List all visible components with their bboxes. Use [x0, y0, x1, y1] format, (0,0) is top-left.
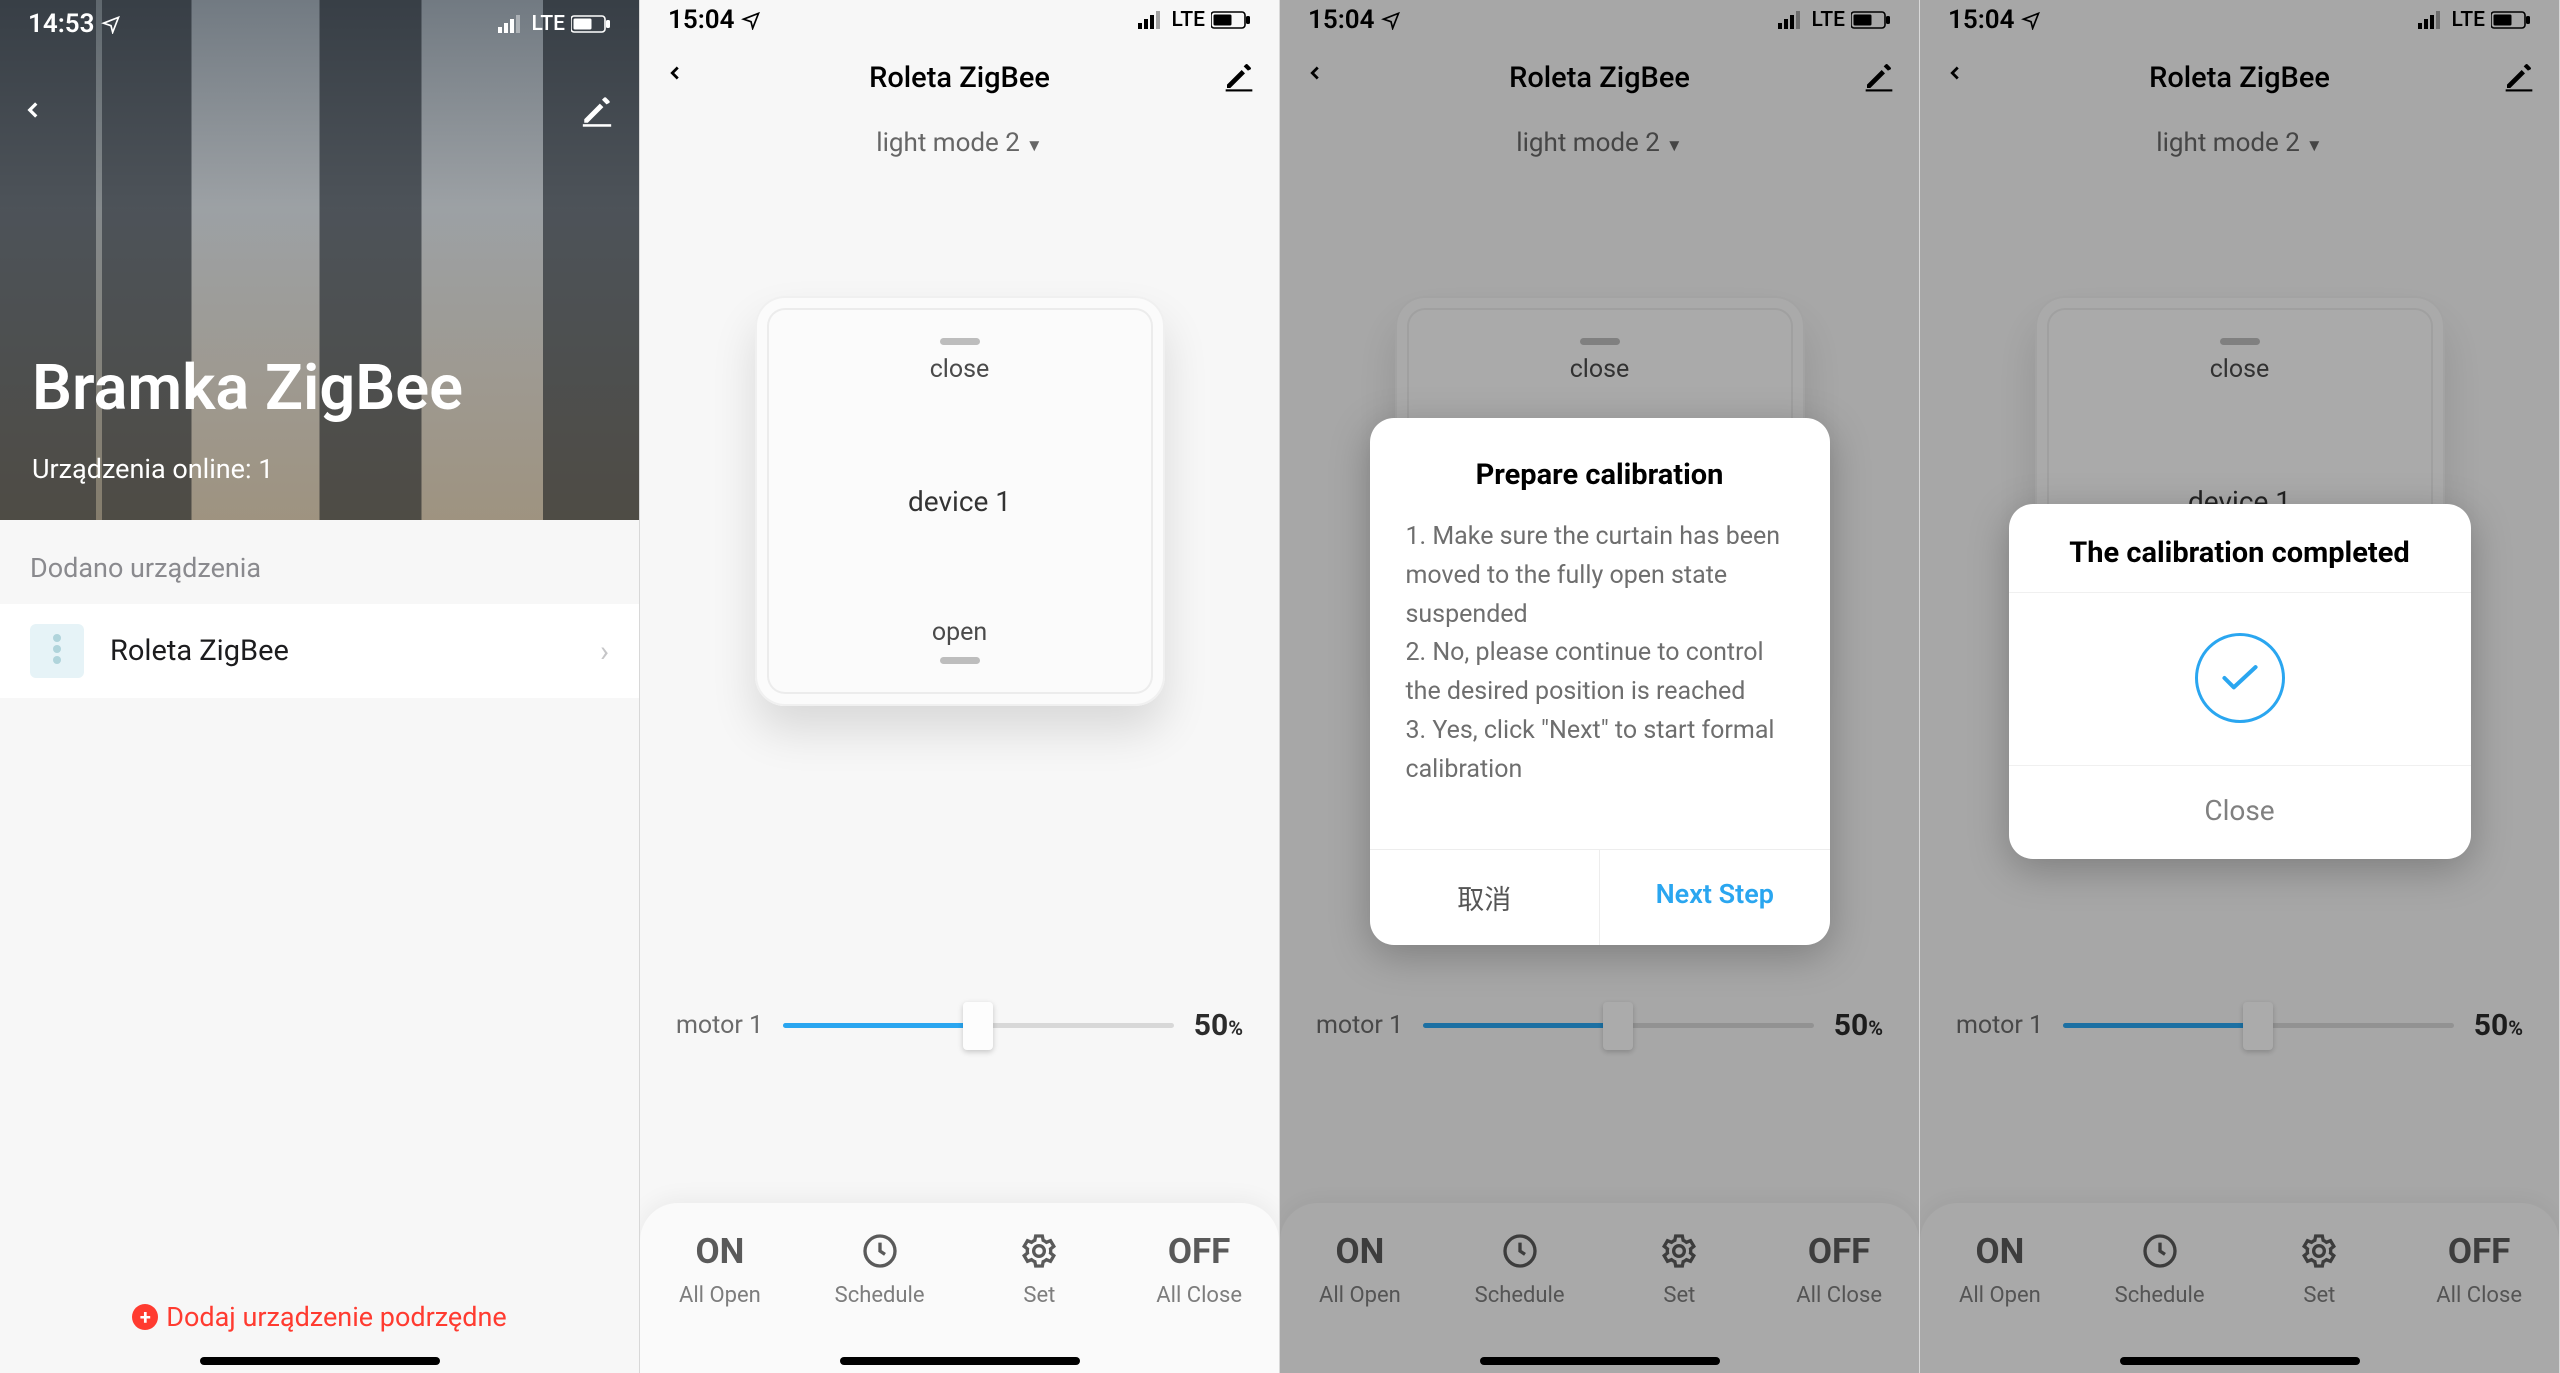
status-bar: 14:53 LTE — [0, 4, 639, 44]
device-row[interactable]: Roleta ZigBee › — [0, 604, 639, 698]
motor-slider-row: motor 1 50% — [1280, 1008, 1919, 1043]
hero-header: 14:53 LTE Bramka ZigBee Urządzenia onlin… — [0, 0, 639, 520]
signal-icon — [498, 15, 526, 33]
status-bar: 15:04 LTE — [1920, 0, 2559, 40]
mode-selector[interactable]: light mode 2▼ — [1920, 108, 2559, 166]
home-indicator[interactable] — [2120, 1357, 2360, 1365]
modal-title: The calibration completed — [2009, 504, 2471, 592]
control-panel: close device 1 open — [640, 166, 1279, 706]
modal-title: Prepare calibration — [1370, 418, 1830, 518]
check-icon — [2195, 633, 2285, 723]
battery-icon — [1851, 11, 1891, 29]
motor-slider-row: motor 1 50% — [640, 1008, 1279, 1043]
location-icon — [101, 14, 121, 34]
screen-prepare-calibration: 15:04 LTE Roleta ZigBee light mode 2▼ cl… — [1280, 0, 1920, 1373]
page-title: Roleta ZigBee — [869, 61, 1050, 95]
online-count: Urządzenia online: 1 — [32, 453, 273, 485]
status-time: 14:53 — [28, 9, 95, 39]
add-subdevice-button[interactable]: + Dodaj urządzenie podrzędne — [0, 1301, 639, 1333]
caret-down-icon: ▼ — [2306, 136, 2323, 156]
motor-label: motor 1 — [676, 1011, 763, 1040]
slider-thumb[interactable] — [963, 1002, 993, 1050]
status-network: LTE — [1812, 8, 1845, 32]
clock-icon — [860, 1229, 900, 1273]
chevron-right-icon: › — [600, 634, 609, 669]
battery-icon — [2491, 11, 2531, 29]
switch-card: close device 1 open — [755, 296, 1165, 706]
plus-icon: + — [132, 1304, 158, 1330]
bottom-bar: ONAll Open Schedule Set OFFAll Close — [1920, 1203, 2559, 1373]
open-button[interactable]: open — [932, 618, 987, 647]
set-button[interactable]: Set — [960, 1229, 1120, 1323]
caret-down-icon: ▼ — [1026, 136, 1043, 156]
edit-button[interactable] — [1223, 60, 1255, 96]
status-network: LTE — [1172, 8, 1205, 32]
battery-icon — [1211, 11, 1251, 29]
signal-icon — [2418, 11, 2446, 29]
page-title: Roleta ZigBee — [1509, 61, 1690, 95]
signal-icon — [1138, 11, 1166, 29]
motor-slider — [2063, 1023, 2454, 1028]
gear-icon — [1019, 1229, 1059, 1273]
battery-icon — [571, 15, 611, 33]
slider-value: 50% — [1194, 1008, 1243, 1043]
bottom-bar: ONAll Open Schedule Set OFFAll Close — [1280, 1203, 1919, 1373]
nav-bar: Roleta ZigBee — [1920, 48, 2559, 108]
schedule-button[interactable]: Schedule — [800, 1229, 960, 1323]
location-icon — [741, 10, 761, 30]
status-bar: 15:04 LTE — [640, 0, 1279, 40]
motor-slider — [1423, 1023, 1814, 1028]
device-label: device 1 — [908, 384, 1011, 618]
back-button[interactable] — [664, 55, 686, 101]
location-icon — [1381, 10, 1401, 30]
status-time: 15:04 — [1948, 5, 2015, 35]
close-handle-icon — [940, 338, 980, 345]
modal-actions: 取消 Next Step — [1370, 849, 1830, 945]
signal-icon — [1778, 11, 1806, 29]
location-icon — [2021, 10, 2041, 30]
device-type-icon — [30, 624, 84, 678]
close-button[interactable]: close — [930, 355, 990, 384]
nav-bar: Roleta ZigBee — [1280, 48, 1919, 108]
section-added-devices: Dodano urządzenia — [0, 520, 639, 604]
back-button[interactable] — [1944, 55, 1966, 101]
status-time: 15:04 — [1308, 5, 1375, 35]
status-network: LTE — [2452, 8, 2485, 32]
screen-calibration-done: 15:04 LTE Roleta ZigBee light mode 2▼ cl… — [1920, 0, 2560, 1373]
mode-selector[interactable]: light mode 2▼ — [1280, 108, 1919, 166]
back-icon[interactable] — [20, 90, 46, 130]
nav-bar: Roleta ZigBee — [640, 48, 1279, 108]
screen-device-control: 15:04 LTE Roleta ZigBee light mode 2▼ cl… — [640, 0, 1280, 1373]
page-title: Roleta ZigBee — [2149, 61, 2330, 95]
cancel-button[interactable]: 取消 — [1370, 850, 1600, 945]
status-bar: 15:04 LTE — [1280, 0, 1919, 40]
device-name-label: Roleta ZigBee — [110, 634, 574, 668]
edit-button[interactable] — [2503, 60, 2535, 96]
back-button[interactable] — [1304, 55, 1326, 101]
status-time: 15:04 — [668, 5, 735, 35]
motor-slider-row: motor 1 50% — [1920, 1008, 2559, 1043]
all-close-button[interactable]: OFF All Close — [1119, 1229, 1279, 1323]
edit-button[interactable] — [1863, 60, 1895, 96]
open-handle-icon — [940, 657, 980, 664]
motor-slider[interactable] — [783, 1023, 1174, 1028]
screen-gateway: 14:53 LTE Bramka ZigBee Urządzenia onlin… — [0, 0, 640, 1373]
home-indicator[interactable] — [200, 1357, 440, 1365]
gateway-title: Bramka ZigBee — [32, 352, 463, 425]
mode-selector[interactable]: light mode 2▼ — [640, 108, 1279, 166]
home-indicator[interactable] — [1480, 1357, 1720, 1365]
close-button[interactable]: Close — [2009, 765, 2471, 859]
all-open-button[interactable]: ON All Open — [640, 1229, 800, 1323]
prepare-calibration-modal: Prepare calibration 1. Make sure the cur… — [1370, 418, 1830, 945]
status-network: LTE — [532, 12, 565, 36]
next-step-button[interactable]: Next Step — [1599, 850, 1830, 945]
bottom-bar: ON All Open Schedule Set OFF All Close — [640, 1203, 1279, 1373]
home-indicator[interactable] — [840, 1357, 1080, 1365]
edit-icon[interactable] — [580, 93, 614, 127]
calibration-completed-modal: The calibration completed Close — [2009, 504, 2471, 859]
modal-body: 1. Make sure the curtain has been moved … — [1370, 518, 1830, 849]
caret-down-icon: ▼ — [1666, 136, 1683, 156]
